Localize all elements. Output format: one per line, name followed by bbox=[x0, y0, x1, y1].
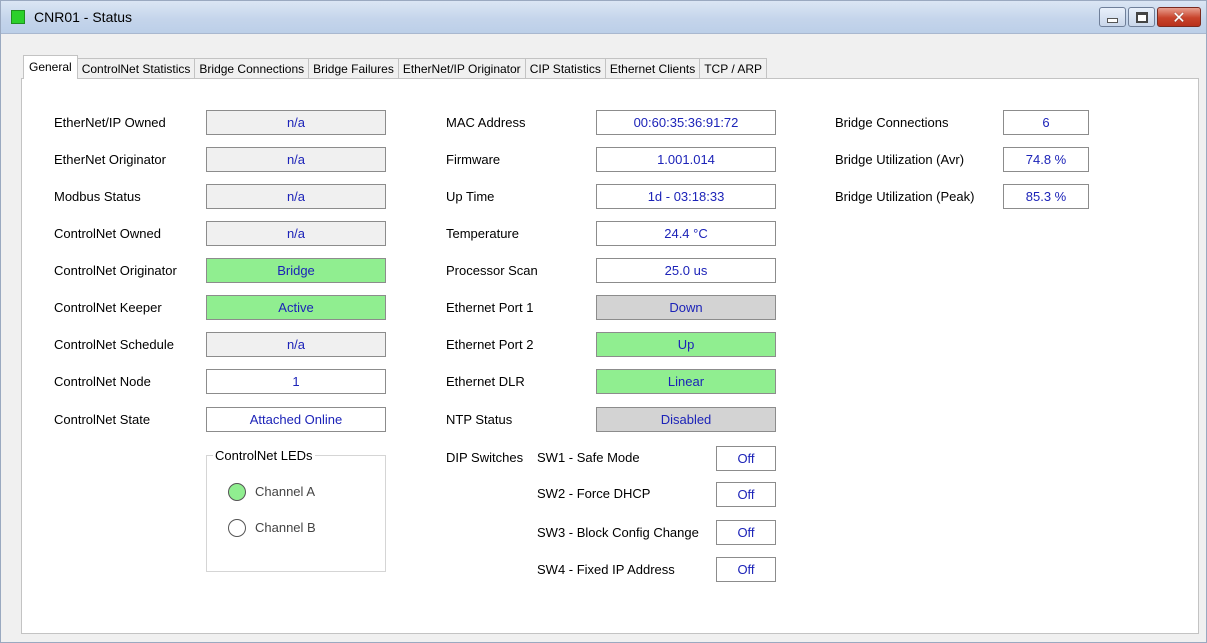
minimize-button[interactable] bbox=[1099, 7, 1126, 27]
field-label: NTP Status bbox=[446, 412, 513, 427]
field-label: ControlNet Owned bbox=[54, 226, 161, 241]
field-label: ControlNet Schedule bbox=[54, 337, 174, 352]
field-label: Bridge Utilization (Avr) bbox=[835, 152, 965, 167]
tab-tcp-arp[interactable]: TCP / ARP bbox=[699, 58, 768, 79]
tab-ethernet-ip-originator[interactable]: EtherNet/IP Originator bbox=[397, 58, 526, 79]
maximize-icon bbox=[1135, 11, 1148, 23]
sw3-value: Off bbox=[716, 520, 776, 545]
field-label: EtherNet Originator bbox=[54, 152, 166, 167]
channel-a-led-icon bbox=[228, 483, 246, 501]
temperature-value: 24.4 °C bbox=[596, 221, 776, 246]
modbus-status-value: n/a bbox=[206, 184, 386, 209]
tab-controlnet-statistics[interactable]: ControlNet Statistics bbox=[76, 58, 196, 79]
field-label: Bridge Utilization (Peak) bbox=[835, 189, 975, 204]
bridge-utilization-avr-value: 74.8 % bbox=[1003, 147, 1089, 172]
field-label: Ethernet Port 1 bbox=[446, 300, 534, 315]
ethernet-port-2-value: Up bbox=[596, 332, 776, 357]
minimize-icon bbox=[1107, 17, 1118, 23]
field-label: Bridge Connections bbox=[835, 115, 949, 130]
ethernet-ip-owned-value: n/a bbox=[206, 110, 386, 135]
close-button[interactable]: ✕ bbox=[1157, 7, 1201, 27]
ntp-status-value: Disabled bbox=[596, 407, 776, 432]
sw2-value: Off bbox=[716, 482, 776, 507]
tab-bridge-connections[interactable]: Bridge Connections bbox=[194, 58, 310, 79]
dip-switch-label: SW3 - Block Config Change bbox=[537, 525, 699, 540]
field-label: Temperature bbox=[446, 226, 519, 241]
field-label: Processor Scan bbox=[446, 263, 538, 278]
controlnet-originator-value: Bridge bbox=[206, 258, 386, 283]
field-label: Ethernet DLR bbox=[446, 374, 525, 389]
status-window: CNR01 - Status ✕ General ControlNet Stat… bbox=[0, 0, 1207, 643]
dip-switch-label: SW4 - Fixed IP Address bbox=[537, 562, 675, 577]
ethernet-dlr-value: Linear bbox=[596, 369, 776, 394]
tab-bar: General ControlNet Statistics Bridge Con… bbox=[23, 55, 768, 79]
controlnet-leds-title: ControlNet LEDs bbox=[213, 448, 315, 463]
field-label: ControlNet State bbox=[54, 412, 151, 427]
dip-switch-label: SW1 - Safe Mode bbox=[537, 450, 640, 465]
field-label: Ethernet Port 2 bbox=[446, 337, 534, 352]
title-bar[interactable]: CNR01 - Status ✕ bbox=[1, 1, 1206, 34]
app-icon bbox=[11, 10, 25, 24]
tab-cip-statistics[interactable]: CIP Statistics bbox=[524, 58, 606, 79]
tab-bridge-failures[interactable]: Bridge Failures bbox=[308, 58, 399, 79]
field-label: EtherNet/IP Owned bbox=[54, 115, 166, 130]
close-icon: ✕ bbox=[1172, 7, 1186, 27]
bridge-connections-value: 6 bbox=[1003, 110, 1089, 135]
dip-switch-label: SW2 - Force DHCP bbox=[537, 486, 651, 501]
window-title: CNR01 - Status bbox=[34, 9, 133, 25]
firmware-value: 1.001.014 bbox=[596, 147, 776, 172]
bridge-utilization-peak-value: 85.3 % bbox=[1003, 184, 1089, 209]
tab-general[interactable]: General bbox=[23, 55, 78, 79]
tab-ethernet-clients[interactable]: Ethernet Clients bbox=[604, 58, 701, 79]
channel-b-led-icon bbox=[228, 519, 246, 537]
field-label: ControlNet Originator bbox=[54, 263, 177, 278]
ethernet-port-1-value: Down bbox=[596, 295, 776, 320]
field-label: ControlNet Keeper bbox=[54, 300, 162, 315]
mac-address-value: 00:60:35:36:91:72 bbox=[596, 110, 776, 135]
channel-a-label: Channel A bbox=[255, 484, 315, 499]
field-label: Firmware bbox=[446, 152, 501, 167]
controlnet-schedule-value: n/a bbox=[206, 332, 386, 357]
dip-switches-label: DIP Switches bbox=[446, 450, 524, 465]
up-time-value: 1d - 03:18:33 bbox=[596, 184, 776, 209]
ethernet-originator-value: n/a bbox=[206, 147, 386, 172]
maximize-button[interactable] bbox=[1128, 7, 1155, 27]
field-label: MAC Address bbox=[446, 115, 526, 130]
controlnet-state-value: Attached Online bbox=[206, 407, 386, 432]
controlnet-owned-value: n/a bbox=[206, 221, 386, 246]
sw4-value: Off bbox=[716, 557, 776, 582]
channel-b-label: Channel B bbox=[255, 520, 316, 535]
field-label: ControlNet Node bbox=[54, 374, 151, 389]
controlnet-leds-group bbox=[206, 455, 386, 572]
processor-scan-value: 25.0 us bbox=[596, 258, 776, 283]
field-label: Up Time bbox=[446, 189, 495, 204]
controlnet-keeper-value: Active bbox=[206, 295, 386, 320]
field-label: Modbus Status bbox=[54, 189, 141, 204]
controlnet-node-value: 1 bbox=[206, 369, 386, 394]
sw1-value: Off bbox=[716, 446, 776, 471]
